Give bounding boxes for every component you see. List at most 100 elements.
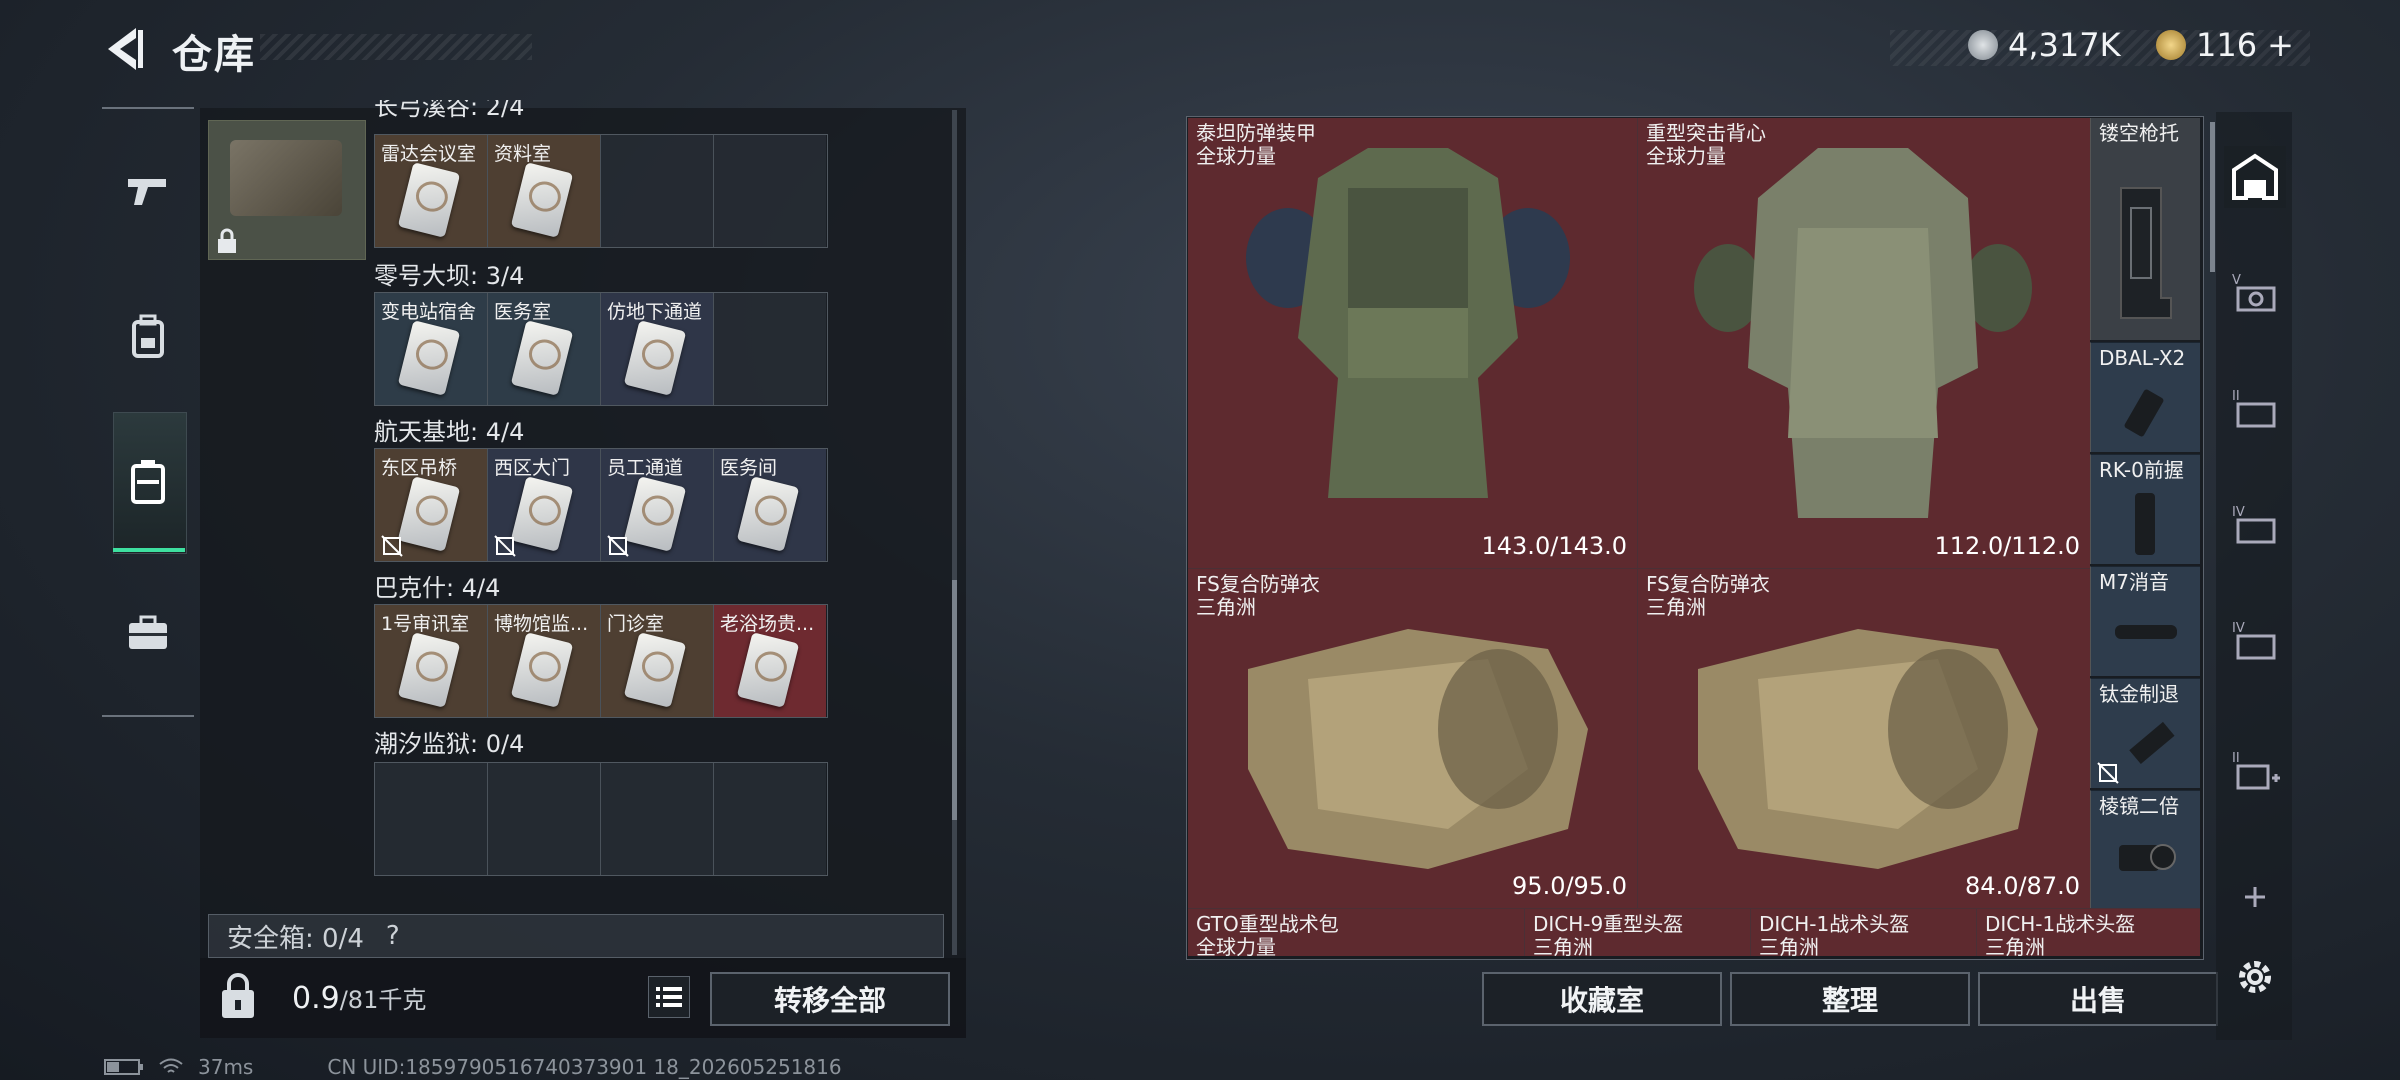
storage-item[interactable]: RK-0前握 [2090, 454, 2200, 564]
back-button[interactable] [100, 22, 148, 76]
briefcase-icon [129, 615, 167, 649]
currency-triangle[interactable]: 116 + [2156, 26, 2294, 64]
keycard-slot[interactable]: 老浴场贵... [714, 605, 826, 717]
keycard-icon [510, 162, 574, 238]
storage-tab-v[interactable]: V [2224, 262, 2286, 324]
storage-icon [131, 460, 165, 504]
keycard-slot[interactable]: 东区吊桥 [375, 449, 488, 561]
keycard-slot[interactable]: 博物馆监... [488, 605, 601, 717]
keycard-slot[interactable]: 医务间 [714, 449, 826, 561]
add-storage-button[interactable] [2224, 866, 2286, 928]
storage-tab-ii-add[interactable]: II [2224, 740, 2286, 802]
currency-hafcoin: 4,317K [1968, 26, 2121, 64]
keycard-scroll-thumb[interactable] [952, 580, 957, 820]
title-decoration [260, 34, 532, 60]
item-durability: 84.0/87.0 [1965, 872, 2080, 900]
safe-box-row[interactable]: 安全箱: 0/4 ? [208, 914, 944, 958]
storage-item[interactable]: FS复合防弹衣 三角洲 95.0/95.0 [1188, 568, 1638, 908]
keycard-grid-1: 变电站宿舍 医务室 仿地下通道 [374, 292, 828, 406]
storage-tab-iv[interactable]: IV [2224, 494, 2286, 556]
storage-item[interactable]: 重型突击背心 全球力量 112.0/112.0 [1638, 118, 2090, 568]
grip-icon [2135, 493, 2155, 555]
keycard-name: 老浴场贵... [720, 613, 815, 635]
settings-button[interactable] [2224, 946, 2286, 1008]
item-name: M7消音 [2099, 570, 2169, 594]
keycard-slot[interactable]: 雷达会议室 [375, 135, 488, 247]
keycard-holder-icon [230, 140, 342, 216]
storage-item[interactable]: 钛金制退 [2090, 678, 2200, 788]
depot-iv-b-icon: IV [2232, 621, 2276, 660]
item-name: GTO重型战术包 全球力量 [1196, 912, 1339, 957]
transfer-all-button[interactable]: 转移全部 [710, 972, 950, 1026]
add-currency-icon[interactable]: + [2267, 26, 2294, 64]
storage-item[interactable]: 棱镜二倍 [2090, 790, 2200, 908]
nav-cases[interactable] [102, 568, 194, 698]
list-view-button[interactable] [648, 976, 690, 1018]
uid-text: CN UID:1859790516740373901 18_2026052518… [327, 1055, 842, 1079]
help-icon[interactable]: ? [386, 921, 400, 951]
keycard-name: 1号审讯室 [381, 613, 470, 635]
storage-tab-iv-b[interactable]: IV [2224, 610, 2286, 672]
item-name: 钛金制退 [2099, 682, 2179, 706]
depot-ii-icon: II [2232, 389, 2276, 428]
keycard-slot[interactable]: 1号审讯室 [375, 605, 488, 717]
storage-scrollbar[interactable] [2210, 122, 2215, 272]
armor-icon [1248, 629, 1588, 869]
keycard-icon [736, 476, 800, 552]
keycard-slot[interactable]: 门诊室 [601, 605, 714, 717]
lock-icon [216, 228, 238, 258]
gear-icon [2239, 961, 2271, 993]
storage-item[interactable]: DICH-9重型头盔 三角洲 [1524, 908, 1750, 956]
storage-item[interactable]: DICH-1战术头盔 三角洲 [1976, 908, 2200, 956]
keycard-name: 博物馆监... [494, 613, 589, 635]
storage-item[interactable]: M7消音 [2090, 566, 2200, 676]
svg-text:IV: IV [2232, 621, 2245, 636]
keycard-slot[interactable]: 变电站宿舍 [375, 293, 488, 405]
keycard-slot[interactable]: 员工通道 [601, 449, 714, 561]
item-name: DICH-1战术头盔 三角洲 [1985, 912, 2136, 957]
nav-weapons[interactable] [102, 126, 194, 256]
storage-tab-ii[interactable]: II [2224, 378, 2286, 440]
nav-storage[interactable] [102, 416, 194, 546]
keycard-name: 雷达会议室 [381, 143, 477, 165]
pistol-icon [128, 179, 166, 205]
group-label: 航天基地: 4/4 [374, 418, 525, 446]
unusable-icon [607, 535, 629, 557]
weight-max: /81千克 [339, 986, 427, 1014]
suppressor-icon [2115, 625, 2177, 639]
collection-room-button[interactable]: 收藏室 [1482, 972, 1722, 1026]
item-name: DICH-9重型头盔 三角洲 [1533, 912, 1684, 957]
item-durability: 95.0/95.0 [1512, 872, 1627, 900]
keycard-scrollbar[interactable] [952, 110, 957, 955]
keycard-name: 仿地下通道 [607, 301, 703, 323]
group-label: 巴克什: 4/4 [374, 574, 501, 602]
keycard-slot[interactable]: 仿地下通道 [601, 293, 714, 405]
keycard-slot[interactable]: 西区大门 [488, 449, 601, 561]
keycard-name: 医务间 [720, 457, 778, 479]
keycard-icon [623, 320, 687, 396]
storage-item[interactable]: DBAL-X2 [2090, 342, 2200, 452]
storage-tab-main[interactable] [2224, 146, 2286, 208]
keycard-icon [397, 320, 461, 396]
keycard-slot[interactable]: 医务室 [488, 293, 601, 405]
bag-lock-icon[interactable] [216, 972, 260, 1022]
keycard-grid-3: 1号审讯室 博物馆监... 门诊室 老浴场贵... [374, 604, 828, 718]
home-icon [2232, 153, 2278, 200]
storage-item[interactable]: GTO重型战术包 全球力量 [1188, 908, 1524, 956]
storage-item[interactable]: DICH-1战术头盔 三角洲 [1750, 908, 1976, 956]
keycard-icon [397, 162, 461, 238]
add-icon [2245, 887, 2265, 907]
storage-item[interactable]: 泰坦防弹装甲 全球力量 143.0/143.0 [1188, 118, 1638, 568]
keycard-icon [397, 476, 461, 552]
keycard-icon [623, 632, 687, 708]
list-icon [656, 987, 682, 1007]
keycard-name: 东区吊桥 [381, 457, 458, 479]
group-label: 零号大坝: 3/4 [374, 262, 525, 290]
depot-ii-add-icon: II [2232, 751, 2280, 790]
organize-button[interactable]: 整理 [1730, 972, 1970, 1026]
keycard-slot[interactable]: 资料室 [488, 135, 601, 247]
storage-item[interactable]: 镂空枪托 [2090, 118, 2200, 340]
sell-button[interactable]: 出售 [1978, 972, 2218, 1026]
storage-item[interactable]: FS复合防弹衣 三角洲 84.0/87.0 [1638, 568, 2090, 908]
nav-equipment[interactable] [102, 272, 194, 402]
